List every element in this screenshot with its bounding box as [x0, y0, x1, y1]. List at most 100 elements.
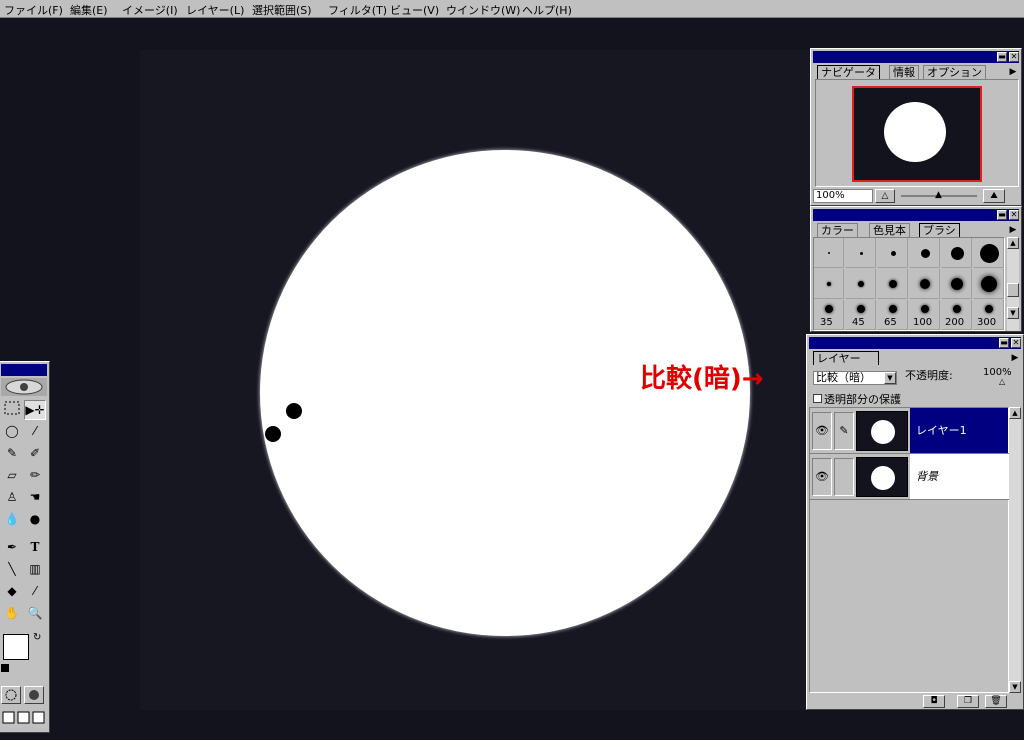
- standard-mode-icon[interactable]: [1, 686, 21, 704]
- marquee-tool-icon[interactable]: [1, 400, 23, 420]
- link-slot[interactable]: [834, 458, 854, 496]
- close-icon[interactable]: ✕: [1009, 52, 1019, 62]
- brush-cell[interactable]: [878, 238, 908, 268]
- layer-name[interactable]: 背景: [910, 454, 1008, 499]
- trash-icon[interactable]: 🗑: [985, 695, 1007, 708]
- minimize-icon[interactable]: ▬: [997, 52, 1007, 62]
- brush-cell[interactable]: [942, 238, 972, 268]
- gradient-tool-icon[interactable]: ▥: [24, 560, 46, 580]
- menu-edit[interactable]: 編集(E): [70, 2, 108, 18]
- tab-layers[interactable]: レイヤー: [813, 351, 879, 365]
- move-tool-icon[interactable]: ▶✛: [24, 400, 46, 420]
- menu-view[interactable]: ビュー(V): [390, 2, 439, 18]
- scroll-thumb[interactable]: [1007, 283, 1019, 297]
- panel-menu-arrow-icon[interactable]: ▶: [1007, 223, 1019, 237]
- zoom-field[interactable]: 100%: [813, 189, 873, 203]
- eyedropper-tool-icon[interactable]: ⁄: [24, 582, 46, 602]
- eraser-tool-icon[interactable]: ▱: [1, 466, 23, 486]
- stamp-tool-icon[interactable]: ♙: [1, 488, 23, 508]
- brush-cell[interactable]: 200: [942, 300, 972, 330]
- lasso-tool-icon[interactable]: ◯: [1, 422, 23, 442]
- zoom-slider-thumb[interactable]: ▲: [935, 190, 942, 200]
- navigator-titlebar[interactable]: ▬ ✕: [813, 51, 1019, 63]
- default-colors-icon[interactable]: [1, 664, 9, 672]
- minimize-icon[interactable]: ▬: [999, 338, 1009, 348]
- chevron-down-icon[interactable]: ▼: [884, 372, 896, 384]
- pencil-tool-icon[interactable]: ✏: [24, 466, 46, 486]
- line-tool-icon[interactable]: ╲: [1, 560, 23, 580]
- screen-mode-icons[interactable]: [1, 710, 47, 726]
- foreground-color-swatch[interactable]: [3, 634, 29, 660]
- tab-swatches[interactable]: 色見本: [869, 223, 910, 237]
- tab-options[interactable]: オプション: [923, 65, 986, 79]
- brushes-titlebar[interactable]: ▬ ✕: [813, 209, 1019, 221]
- hand-tool-icon[interactable]: ✋: [1, 604, 23, 624]
- quickmask-mode-icon[interactable]: [24, 686, 44, 704]
- toolbox-titlebar[interactable]: [1, 364, 47, 376]
- eye-icon[interactable]: 👁: [812, 458, 832, 496]
- panel-menu-arrow-icon[interactable]: ▶: [1007, 65, 1019, 79]
- zoom-in-icon[interactable]: ⛰: [983, 189, 1005, 203]
- brush-cell[interactable]: [846, 238, 876, 268]
- brush-cell[interactable]: 100: [910, 300, 940, 330]
- menu-image[interactable]: イメージ(I): [122, 2, 178, 18]
- paintbrush-tool-icon[interactable]: ✐: [24, 444, 46, 464]
- brush-cell[interactable]: [846, 269, 876, 299]
- scroll-down-icon[interactable]: ▼: [1009, 681, 1021, 693]
- menu-select[interactable]: 選択範囲(S): [252, 2, 312, 18]
- layer-mask-icon[interactable]: ◘: [923, 695, 945, 708]
- menu-file[interactable]: ファイル(F): [4, 2, 63, 18]
- eye-icon[interactable]: 👁: [812, 412, 832, 450]
- paintbrush-icon[interactable]: ✎: [834, 412, 854, 450]
- magic-wand-tool-icon[interactable]: ⁄: [24, 422, 46, 442]
- tab-navigator[interactable]: ナビゲータ: [817, 65, 880, 79]
- brush-scrollbar[interactable]: ▲ ▼: [1007, 237, 1019, 331]
- opacity-value[interactable]: 100%: [983, 367, 1012, 378]
- type-tool-icon[interactable]: T: [24, 538, 46, 558]
- paint-bucket-tool-icon[interactable]: ◆: [1, 582, 23, 602]
- swap-colors-icon[interactable]: ↻: [33, 632, 41, 643]
- panel-menu-arrow-icon[interactable]: ▶: [1009, 351, 1021, 365]
- scroll-up-icon[interactable]: ▲: [1009, 407, 1021, 419]
- layer-row[interactable]: 👁 背景: [810, 454, 1010, 500]
- close-icon[interactable]: ✕: [1009, 210, 1019, 220]
- brush-cell[interactable]: 35: [814, 300, 844, 330]
- close-icon[interactable]: ✕: [1011, 338, 1021, 348]
- scroll-down-icon[interactable]: ▼: [1007, 307, 1019, 319]
- dodge-tool-icon[interactable]: ●: [24, 510, 46, 530]
- zoom-out-icon[interactable]: △: [875, 189, 895, 203]
- brush-cell[interactable]: [910, 269, 940, 299]
- scroll-up-icon[interactable]: ▲: [1007, 237, 1019, 249]
- opacity-slider-icon[interactable]: △: [999, 377, 1005, 386]
- layers-titlebar[interactable]: ▬ ✕: [809, 337, 1021, 349]
- preserve-transparency-checkbox[interactable]: [813, 394, 822, 403]
- menu-filter[interactable]: フィルタ(T): [328, 2, 387, 18]
- brush-cell[interactable]: [878, 269, 908, 299]
- tab-info[interactable]: 情報: [889, 65, 919, 79]
- blur-tool-icon[interactable]: 💧: [1, 510, 23, 530]
- layer-row[interactable]: 👁 ✎ レイヤー1: [810, 408, 1010, 454]
- menu-layer[interactable]: レイヤー(L): [186, 2, 244, 18]
- menu-help[interactable]: ヘルプ(H): [522, 2, 572, 18]
- brush-cell[interactable]: 300: [974, 300, 1004, 330]
- layers-scrollbar[interactable]: ▲ ▼: [1009, 407, 1021, 693]
- brush-cell[interactable]: [974, 269, 1004, 299]
- brush-cell[interactable]: [814, 238, 844, 268]
- minimize-icon[interactable]: ▬: [997, 210, 1007, 220]
- brush-cell[interactable]: [974, 238, 1004, 268]
- tab-brushes[interactable]: ブラシ: [919, 223, 960, 237]
- brush-cell[interactable]: 65: [878, 300, 908, 330]
- smudge-tool-icon[interactable]: ☚: [24, 488, 46, 508]
- blend-mode-select[interactable]: 比較（暗） ▼: [813, 371, 897, 385]
- airbrush-tool-icon[interactable]: ✎: [1, 444, 23, 464]
- tab-color[interactable]: カラー: [817, 223, 858, 237]
- brush-cell[interactable]: [910, 238, 940, 268]
- layer-name[interactable]: レイヤー1: [910, 408, 1008, 453]
- pen-tool-icon[interactable]: ✒: [1, 538, 23, 558]
- brush-cell[interactable]: [942, 269, 972, 299]
- new-layer-icon[interactable]: ❐: [957, 695, 979, 708]
- navigator-preview[interactable]: [852, 86, 982, 182]
- brush-cell[interactable]: 45: [846, 300, 876, 330]
- brush-cell[interactable]: [814, 269, 844, 299]
- menu-window[interactable]: ウインドウ(W): [446, 2, 520, 18]
